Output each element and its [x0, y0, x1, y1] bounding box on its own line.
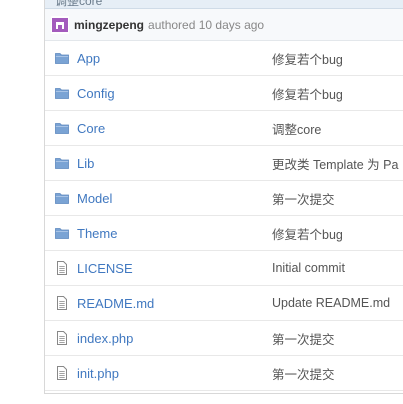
commit-message-link[interactable]: 修复若个bug: [272, 84, 343, 103]
folder-icon: [55, 158, 69, 169]
file-name-link[interactable]: README.md: [77, 296, 154, 311]
commit-message-link[interactable]: Update README.md: [272, 296, 390, 310]
file-name-link[interactable]: Core: [77, 121, 105, 136]
file-icon: [57, 331, 67, 345]
folder-icon: [55, 193, 69, 204]
file-name-link[interactable]: App: [77, 51, 100, 66]
author-name[interactable]: mingzepeng: [74, 18, 144, 32]
file-list: App 修复若个bug Config 修复若个bug Core 调整core Lib 更改类 …: [45, 41, 403, 391]
file-row[interactable]: Core 调整core: [45, 111, 403, 146]
file-name-link[interactable]: Theme: [77, 226, 117, 241]
file-row[interactable]: App 修复若个bug: [45, 41, 403, 76]
file-name-link[interactable]: Model: [77, 191, 112, 206]
commit-title[interactable]: 调整core: [55, 0, 102, 8]
commit-message-link[interactable]: 第一次提交: [272, 189, 335, 208]
commit-message-link[interactable]: 更改类 Template 为 Pa: [272, 154, 398, 173]
file-name-link[interactable]: Lib: [77, 156, 94, 171]
commit-message-link[interactable]: 调整core: [272, 119, 321, 138]
file-icon: [57, 366, 67, 380]
folder-icon: [55, 88, 69, 99]
folder-icon: [55, 123, 69, 134]
commit-message-link[interactable]: 修复若个bug: [272, 224, 343, 243]
commit-author-bar: mingzepeng authored 10 days ago: [45, 9, 403, 41]
commit-message-link[interactable]: 第一次提交: [272, 364, 335, 383]
file-row[interactable]: Config 修复若个bug: [45, 76, 403, 111]
commit-message-link[interactable]: 修复若个bug: [272, 49, 343, 68]
file-name-link[interactable]: LICENSE: [77, 261, 133, 276]
file-row[interactable]: index.php 第一次提交: [45, 321, 403, 356]
file-icon: [57, 261, 67, 275]
page: 调整core mingzepeng authored 10 days ago A…: [0, 0, 403, 404]
author-meta: authored 10 days ago: [148, 17, 265, 32]
file-browser-panel: 调整core mingzepeng authored 10 days ago A…: [44, 0, 403, 394]
folder-icon: [55, 228, 69, 239]
commit-message-link[interactable]: 第一次提交: [272, 329, 335, 348]
file-row[interactable]: init.php 第一次提交: [45, 356, 403, 391]
file-name-link[interactable]: index.php: [77, 331, 133, 346]
folder-icon: [55, 53, 69, 64]
file-icon: [57, 296, 67, 310]
file-name-link[interactable]: Config: [77, 86, 115, 101]
file-name-link[interactable]: init.php: [77, 366, 119, 381]
file-row[interactable]: Lib 更改类 Template 为 Pa: [45, 146, 403, 181]
file-row[interactable]: Theme 修复若个bug: [45, 216, 403, 251]
file-row[interactable]: Model 第一次提交: [45, 181, 403, 216]
commit-message-link[interactable]: Initial commit: [272, 261, 345, 275]
file-row[interactable]: LICENSE Initial commit: [45, 251, 403, 286]
avatar[interactable]: [51, 15, 69, 34]
file-row[interactable]: README.md Update README.md: [45, 286, 403, 321]
commit-title-bar: 调整core: [45, 0, 403, 9]
